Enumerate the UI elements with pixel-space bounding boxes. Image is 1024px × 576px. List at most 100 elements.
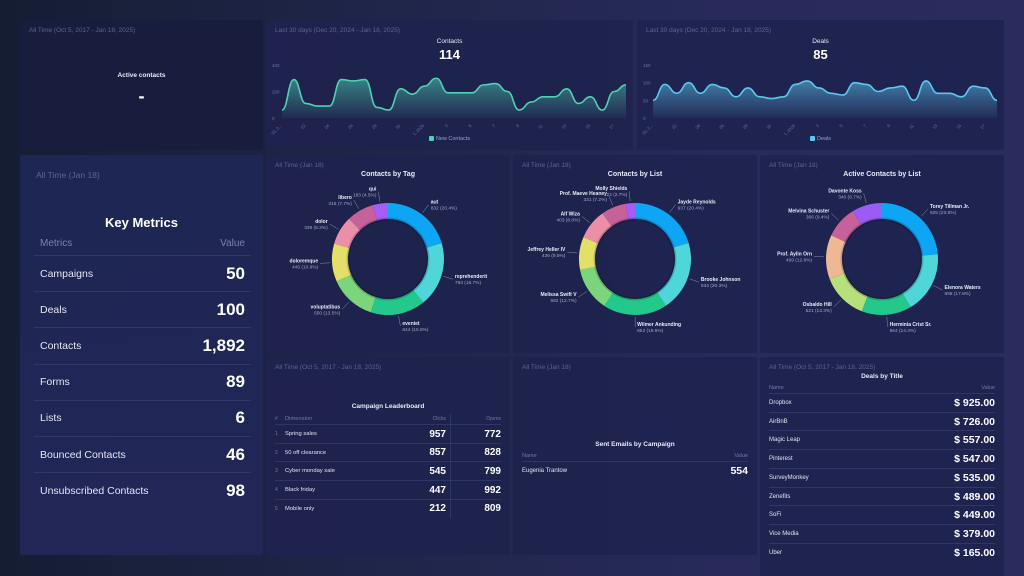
label-leader [933,285,943,291]
sent-emails-header: Name Value [522,453,748,459]
slice-value: 832 (20.4%) [431,206,458,212]
leaderboard-row[interactable]: 5 Mobile only 212 809 [275,498,501,518]
deal-row[interactable]: Zenefits $ 489.00 [769,486,995,506]
slice-label: Brooke Johnson [701,277,740,283]
metric-label: Deals [40,303,67,316]
col-name: Name [522,453,537,459]
clicks-value: 857 [406,443,451,462]
metric-value: 89 [226,372,245,392]
metric-label: Lists [40,412,62,425]
col-opens: Opens [486,416,501,422]
contacts-line-card: Last 30 days (Dec 20, 2024 - Jan 18, 202… [266,20,633,150]
deal-value: $ 489.00 [954,490,995,503]
pie-slice[interactable] [370,290,424,315]
deals-line-card: Last 30 days (Dec 20, 2024 - Jan 18, 202… [637,20,1004,150]
deal-name: SoFi [769,512,782,519]
deal-value: $ 547.00 [954,453,995,466]
deal-value: $ 165.00 [954,546,995,559]
campaign-name: Spring sales [285,431,317,437]
x-tick-label: Jan 1, 2025 [406,123,425,135]
campaign-name: Black friday [285,487,315,494]
sent-emails-card: All Time (Jan 18) Sent Emails by Campaig… [513,357,757,555]
clicks-value: 957 [406,425,451,443]
area-fill [653,80,997,118]
slice-label: Torey Tillman Jr. [930,204,970,210]
legend-checkbox-icon[interactable] [428,136,434,141]
opens-value: 772 [484,428,501,440]
slice-label: Elenora Waters [944,285,980,291]
label-leader [833,299,842,308]
rank: 2 [275,449,278,456]
contacts-by-list-card: All Time (Jan 18) Contacts by List Jayde… [513,155,757,353]
deal-value: $ 449.00 [954,509,995,522]
sent-emails-row[interactable]: Eugenia Trantow 554 [522,461,748,480]
slice-label: dolor [315,219,328,225]
sent-emails-subtitle: All Time (Jan 18) [522,364,571,371]
pie-slice[interactable] [604,292,666,315]
deal-value: $ 557.00 [954,434,995,447]
label-leader [669,204,676,213]
leaderboard-row[interactable]: 3 Cyber monday sale 545 799 [275,461,501,481]
slice-value: 763 (18.7%) [455,280,482,286]
x-tick-label: 17 [608,123,615,130]
contacts-legend[interactable]: New Contacts [266,136,633,142]
slice-label: Davonte Koss [828,189,862,195]
deal-value: $ 726.00 [954,415,995,428]
x-tick-label: 15 [584,123,591,130]
col-clicks: Clicks [406,414,451,424]
deal-name: Uber [769,549,783,556]
campaign-name: Eugenia Trantow [522,468,568,474]
legend-checkbox-icon[interactable] [809,136,815,141]
leaderboard-row[interactable]: 2 50 off clearance 857 828 [275,442,501,462]
leaderboard-row[interactable]: 4 Black friday 447 992 [275,480,501,500]
clicks-value: 447 [406,481,451,500]
metric-value: 100 [216,299,245,319]
deal-name: Dropbox [769,400,792,406]
opens-value: 799 [484,465,501,477]
leaderboard-header: # Dimension Clicks Opens [275,414,501,424]
leaderboard-row[interactable]: 1 Spring sales 957 772 [275,424,501,443]
deal-row[interactable]: Uber $ 165.00 [769,542,995,562]
deal-value: $ 379.00 [954,527,995,540]
label-leader [398,315,401,326]
metric-label: Campaigns [40,267,94,280]
deals-by-title-card: All Time (Oct 5, 2017 - Jan 18, 2025) De… [760,357,1004,576]
y-tick-label: 50 [643,98,649,103]
deal-row[interactable]: Magic Leap $ 557.00 [769,430,995,449]
deals-by-title-subtitle: All Time (Oct 5, 2017 - Jan 18, 2025) [769,364,876,371]
x-tick-label: Jan 1, 2025 [777,123,796,135]
x-tick-label: 22 [300,123,307,130]
deal-row[interactable]: SoFi $ 449.00 [769,505,995,524]
rank: 4 [275,487,278,494]
x-tick-label: 3 [444,123,450,129]
x-tick-label: 9 [515,123,521,129]
label-leader [886,316,888,327]
slice-value: 436 (9.5%) [542,253,566,259]
deals-legend[interactable]: Deals [637,136,1004,142]
slice-label: Prof. Aylin Orn [777,252,812,258]
slice-value: 445 (10.9%) [292,264,319,270]
deal-row[interactable]: AirBnB $ 726.00 [769,411,995,431]
deal-row[interactable]: Pinterest $ 547.00 [769,449,995,468]
label-leader [320,262,331,264]
label-leader [629,191,631,202]
slice-label: qui [369,187,377,193]
deal-row[interactable]: Vice Media $ 379.00 [769,523,995,543]
x-tick-label: 24 [323,123,330,130]
slice-value: 644 (15.8%) [402,327,429,333]
col-value: Value [981,385,995,391]
slice-value: 934 (20.3%) [701,283,728,289]
label-leader [422,204,429,213]
active-contacts-value: - [138,86,145,106]
x-tick-label: 15 [955,123,962,130]
deal-row[interactable]: SurveyMonkey $ 535.00 [769,467,995,487]
slice-value: 550 (13.5%) [314,310,341,316]
deal-row[interactable]: Dropbox $ 925.00 [769,393,995,412]
y-tick-label: 100 [643,81,651,86]
deals-area-chart: 0 50 100 150 Dec 20, 2... 22 24 26 28 30 Jan 1, 20… [637,63,998,135]
metric-row: Contacts 1,892 [34,327,251,363]
pie-slice[interactable] [902,254,938,308]
y-tick-label: 0 [643,116,646,121]
slice-value: 564 (14.4%) [890,328,917,334]
contacts-area-chart: 0 200 400 Dec 20, 2... 22 24 26 28 30 Jan 1, 2025… [266,63,627,135]
